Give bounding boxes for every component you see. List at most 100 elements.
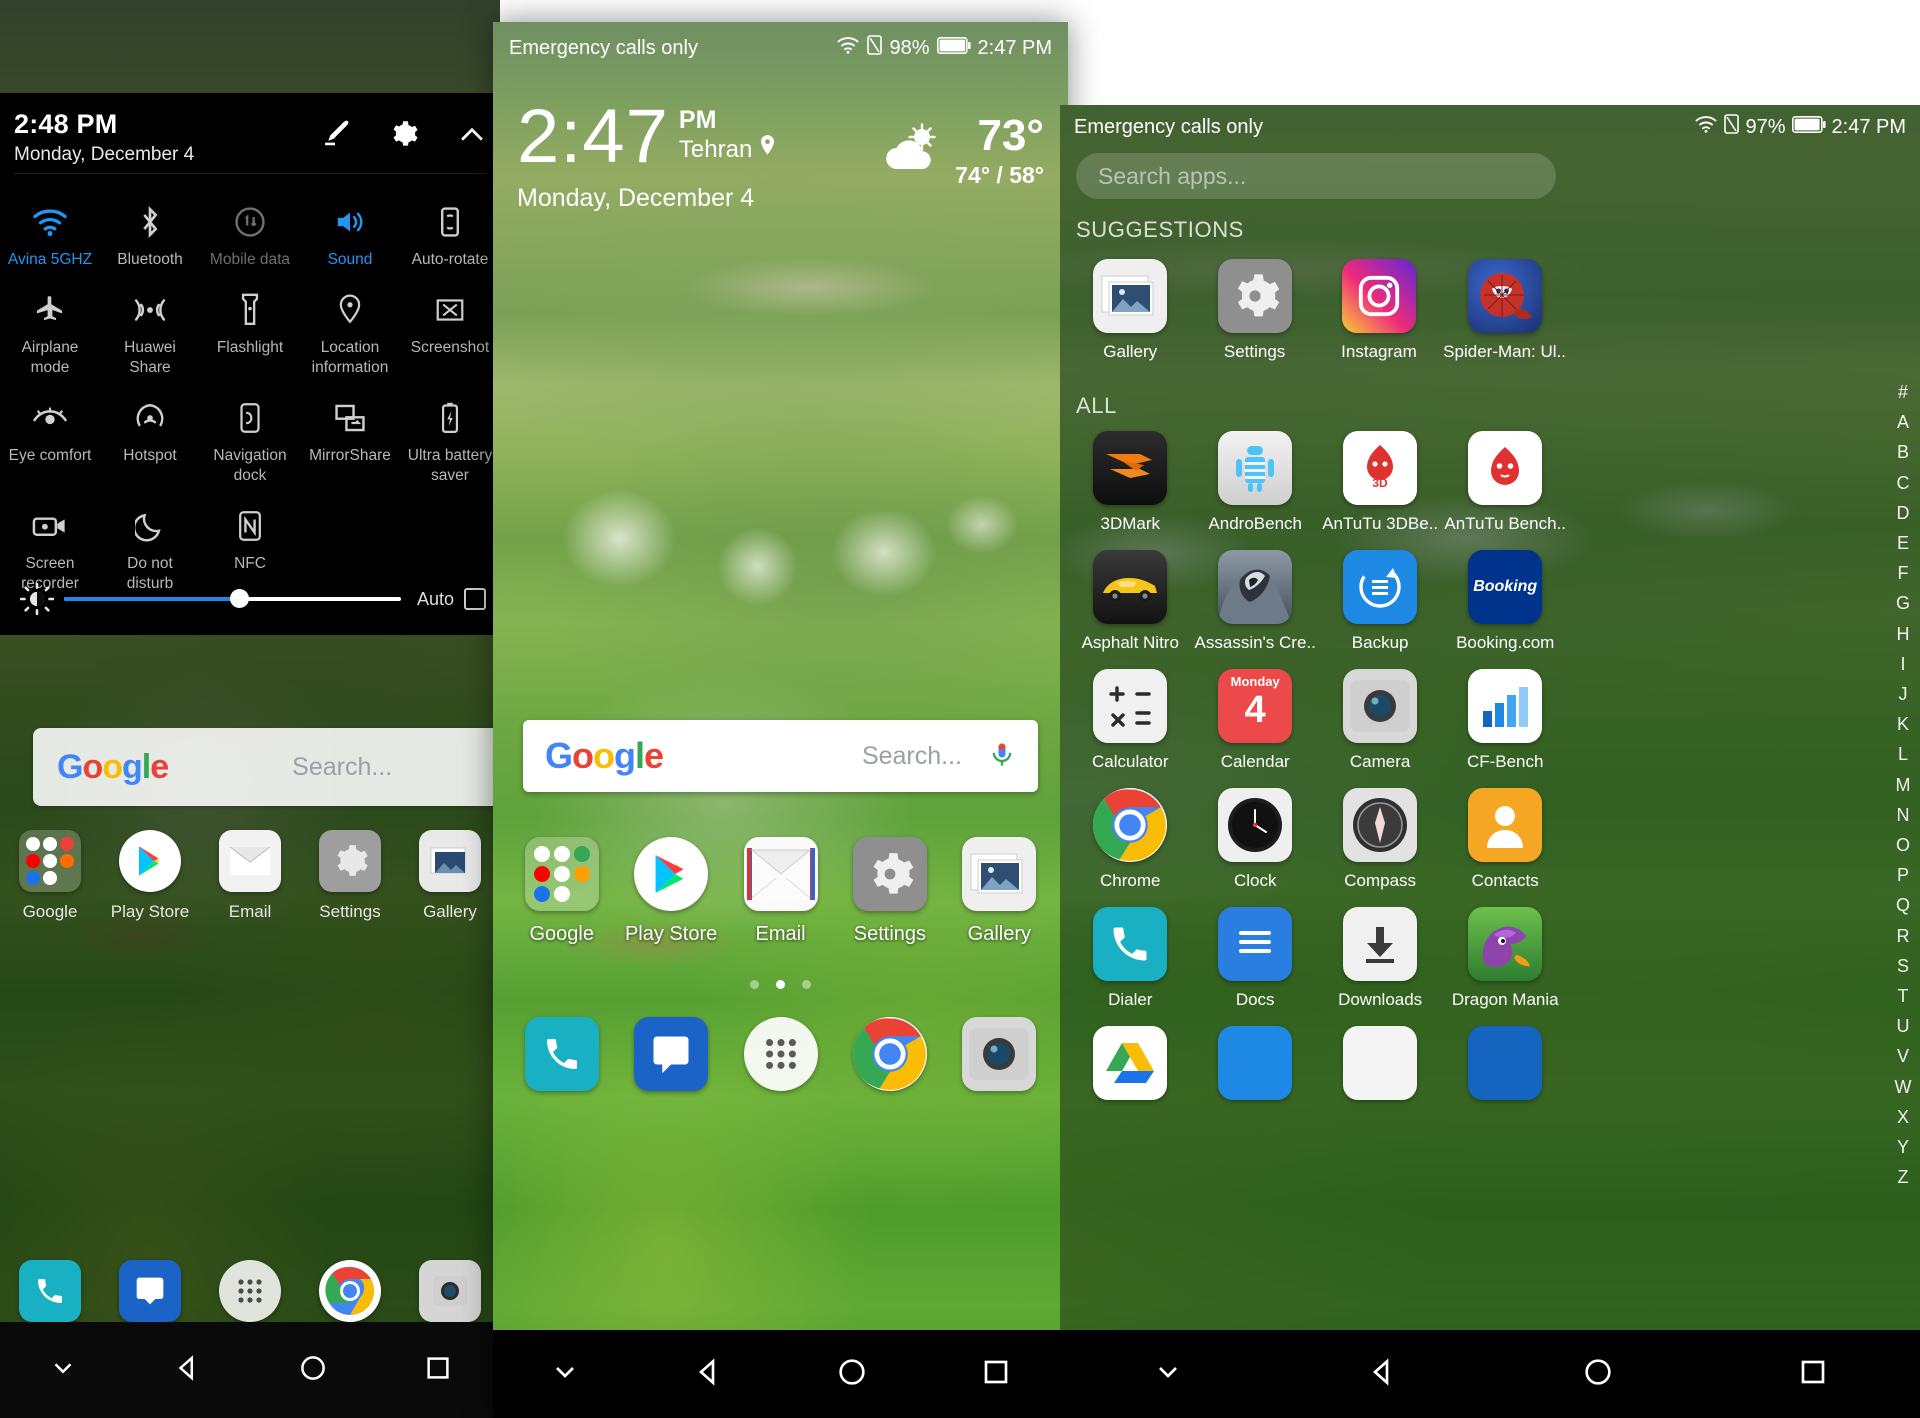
home-icon[interactable] <box>836 1356 868 1393</box>
alpha-index-letter[interactable]: Z <box>1890 1162 1916 1192</box>
toggle-wifi[interactable]: Avina 5GHZ <box>0 188 100 276</box>
recents-icon[interactable] <box>980 1356 1012 1393</box>
alpha-index-letter[interactable]: Q <box>1890 890 1916 920</box>
app-cell-clock[interactable]: Clock <box>1193 782 1318 901</box>
alpha-index-letter[interactable]: I <box>1890 649 1916 679</box>
back-icon[interactable] <box>1367 1356 1399 1393</box>
app-cell-instagram[interactable]: Instagram <box>1317 253 1441 372</box>
app-cell-antutu[interactable]: AnTuTu Bench.. <box>1442 425 1568 544</box>
page-dot[interactable] <box>802 980 811 989</box>
back-icon[interactable] <box>693 1356 725 1393</box>
toggle-ultra-battery-saver[interactable]: Ultra battery saver <box>400 384 500 492</box>
app-cell-partial-2[interactable] <box>1193 1020 1318 1110</box>
alphabet-index[interactable]: # A B C D E F G H I J K L M N O P Q R S T U V W X Y Z <box>1890 377 1916 1192</box>
alpha-index-letter[interactable]: P <box>1890 860 1916 890</box>
alpha-index-letter[interactable]: G <box>1890 588 1916 618</box>
toggle-location[interactable]: Location information <box>300 276 400 384</box>
dock-app-drawer[interactable] <box>726 1017 835 1091</box>
hide-navbar-icon[interactable] <box>1152 1356 1184 1393</box>
toggle-auto-rotate[interactable]: Auto-rotate <box>400 188 500 276</box>
search-apps-input[interactable]: Search apps... <box>1076 153 1556 199</box>
app-google-left[interactable]: Google <box>0 830 100 922</box>
clock-widget[interactable]: 2:47 PM Tehran Monday, December 4 <box>517 99 777 213</box>
app-cell-booking[interactable]: Booking Booking.com <box>1442 544 1568 663</box>
app-cell-spiderman[interactable]: Spider-Man: Ul.. <box>1441 253 1568 372</box>
app-cell-antutu-3d[interactable]: 3D AnTuTu 3DBe.. <box>1318 425 1443 544</box>
recents-icon-left[interactable] <box>423 1353 453 1388</box>
alpha-index-letter[interactable]: H <box>1890 619 1916 649</box>
dock-chrome-left[interactable] <box>300 1260 400 1322</box>
gear-icon[interactable] <box>386 117 420 151</box>
app-gallery-left[interactable]: Gallery <box>400 830 500 922</box>
recents-icon[interactable] <box>1797 1356 1829 1393</box>
alpha-index-letter[interactable]: A <box>1890 407 1916 437</box>
app-cell-contacts[interactable]: Contacts <box>1442 782 1568 901</box>
toggle-flashlight[interactable]: Flashlight <box>200 276 300 384</box>
app-cell-3dmark[interactable]: 3DMark <box>1068 425 1193 544</box>
alpha-index-letter[interactable]: K <box>1890 709 1916 739</box>
toggle-bluetooth[interactable]: Bluetooth <box>100 188 200 276</box>
app-email-left[interactable]: Email <box>200 830 300 922</box>
google-search-bar-left[interactable]: Google Search... <box>33 728 500 806</box>
alpha-index-letter[interactable]: O <box>1890 830 1916 860</box>
app-cell-docs[interactable]: Docs <box>1193 901 1318 1020</box>
app-settings[interactable]: Settings <box>835 837 944 946</box>
app-email[interactable]: Email <box>726 837 835 946</box>
toggle-navigation-dock[interactable]: Navigation dock <box>200 384 300 492</box>
app-play-store-left[interactable]: Play Store <box>100 830 200 922</box>
brightness-slider[interactable] <box>64 589 401 608</box>
app-cell-dragon-mania[interactable]: Dragon Mania <box>1442 901 1568 1020</box>
alpha-index-letter[interactable]: S <box>1890 951 1916 981</box>
toggle-huawei-share[interactable]: Huawei Share <box>100 276 200 384</box>
page-dot-active[interactable] <box>776 980 785 989</box>
alpha-index-letter[interactable]: T <box>1890 981 1916 1011</box>
app-gallery[interactable]: Gallery <box>945 837 1054 946</box>
app-cell-chrome[interactable]: Chrome <box>1068 782 1193 901</box>
dock-messages-left[interactable] <box>100 1260 200 1322</box>
google-search-bar[interactable]: Google Search... <box>523 720 1038 792</box>
alpha-index-letter[interactable]: U <box>1890 1011 1916 1041</box>
alpha-index-letter[interactable]: X <box>1890 1102 1916 1132</box>
app-cell-compass[interactable]: Compass <box>1318 782 1443 901</box>
toggle-sound[interactable]: Sound <box>300 188 400 276</box>
alpha-index-letter[interactable]: R <box>1890 921 1916 951</box>
auto-brightness-checkbox[interactable] <box>464 588 486 610</box>
alpha-index-letter[interactable]: C <box>1890 468 1916 498</box>
app-play-store[interactable]: Play Store <box>616 837 725 946</box>
toggle-mobile-data[interactable]: Mobile data <box>200 188 300 276</box>
dock-phone-left[interactable] <box>0 1260 100 1322</box>
app-cell-calculator[interactable]: Calculator <box>1068 663 1193 782</box>
toggle-airplane-mode[interactable]: Airplane mode <box>0 276 100 384</box>
app-cell-settings[interactable]: Settings <box>1192 253 1316 372</box>
alpha-index-letter[interactable]: M <box>1890 770 1916 800</box>
alpha-index-letter[interactable]: E <box>1890 528 1916 558</box>
app-cell-cf-bench[interactable]: CF-Bench <box>1442 663 1568 782</box>
toggle-hotspot[interactable]: Hotspot <box>100 384 200 492</box>
home-icon-left[interactable] <box>298 1353 328 1388</box>
dock-phone[interactable] <box>507 1017 616 1091</box>
dock-camera[interactable] <box>945 1017 1054 1091</box>
app-cell-asphalt-nitro[interactable]: Asphalt Nitro <box>1068 544 1193 663</box>
home-icon[interactable] <box>1582 1356 1614 1393</box>
alpha-index-letter[interactable]: Y <box>1890 1132 1916 1162</box>
app-cell-partial-4[interactable] <box>1442 1020 1568 1110</box>
dock-messages[interactable] <box>616 1017 725 1091</box>
alpha-index-letter[interactable]: L <box>1890 739 1916 769</box>
chevron-up-icon[interactable] <box>454 117 490 151</box>
app-cell-camera[interactable]: Camera <box>1318 663 1443 782</box>
alpha-index-letter[interactable]: D <box>1890 498 1916 528</box>
toggle-eye-comfort[interactable]: Eye comfort <box>0 384 100 492</box>
app-google[interactable]: Google <box>507 837 616 946</box>
alpha-index-letter[interactable]: N <box>1890 800 1916 830</box>
toggle-mirrorshare[interactable]: MirrorShare <box>300 384 400 492</box>
app-cell-partial-3[interactable] <box>1318 1020 1443 1110</box>
alpha-index-letter[interactable]: W <box>1890 1072 1916 1102</box>
app-cell-gallery[interactable]: Gallery <box>1068 253 1192 372</box>
app-settings-left[interactable]: Settings <box>300 830 400 922</box>
dock-camera-left[interactable] <box>400 1260 500 1322</box>
alpha-index-letter[interactable]: V <box>1890 1041 1916 1071</box>
dock-app-drawer-left[interactable] <box>200 1260 300 1322</box>
app-cell-dialer[interactable]: Dialer <box>1068 901 1193 1020</box>
microphone-icon[interactable] <box>988 736 1016 777</box>
hide-navbar-icon-left[interactable] <box>48 1353 78 1388</box>
